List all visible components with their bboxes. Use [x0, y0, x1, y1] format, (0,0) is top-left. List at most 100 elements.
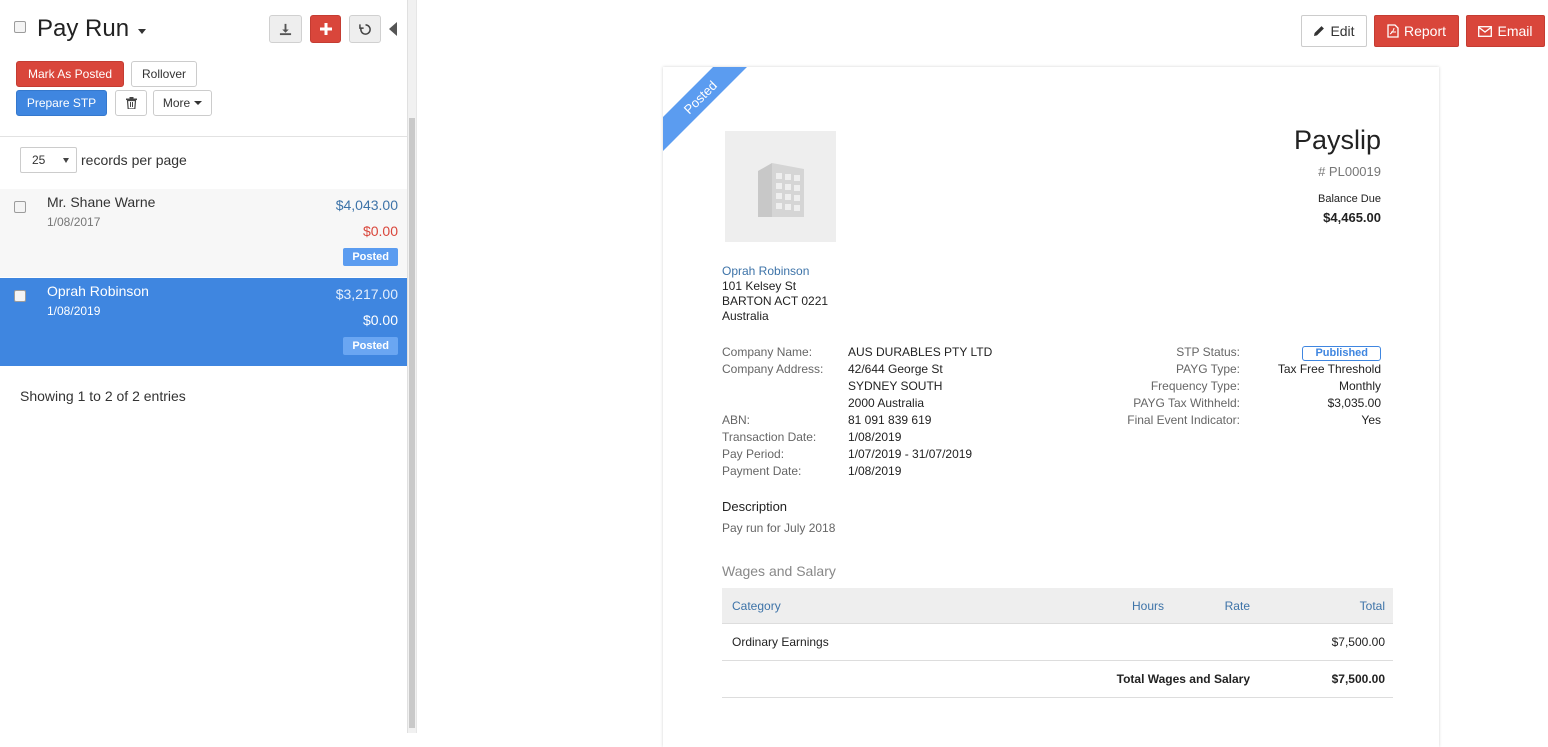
table-row: Ordinary Earnings $7,500.00 — [722, 624, 1393, 661]
employee-address-line1: 101 Kelsey St — [722, 279, 797, 293]
col-total: Total — [1359, 598, 1385, 613]
records-per-page-select[interactable]: 25 — [20, 147, 77, 173]
status-badge: Posted — [343, 248, 398, 266]
download-button[interactable] — [269, 15, 302, 43]
more-dropdown-button[interactable]: More — [153, 90, 212, 116]
payg-withheld: $3,035.00 — [1327, 396, 1381, 410]
company-info: Company Name: AUS DURABLES PTY LTD Compan… — [722, 344, 992, 480]
pencil-icon — [1314, 26, 1325, 36]
company-address-line3: 2000 Australia — [848, 396, 925, 410]
company-name-label: Company Name: — [722, 345, 813, 359]
col-rate: Rate — [1224, 598, 1250, 613]
description-title: Description — [722, 499, 788, 514]
stp-status-badge: Published — [1302, 346, 1381, 361]
pay-amount: $4,043.00 — [335, 197, 398, 213]
add-button[interactable] — [310, 15, 341, 43]
payg-type-label: PAYG Type: — [1175, 362, 1240, 376]
table-header: Category Hours Rate Total — [722, 588, 1393, 624]
collapse-panel-icon[interactable] — [389, 22, 397, 36]
frequency-type: Monthly — [1338, 379, 1381, 393]
select-arrow-icon — [63, 158, 69, 163]
pay-period-label: Pay Period: — [722, 447, 785, 461]
delete-button[interactable] — [115, 90, 147, 116]
caret-down-icon — [194, 101, 203, 105]
entries-info: Showing 1 to 2 of 2 entries — [20, 388, 186, 404]
company-address-line1: 42/644 George St — [848, 362, 943, 376]
description-text: Pay run for July 2018 — [722, 521, 836, 535]
payslip-document: Posted Payslip # PL00019 Balance Due $4,… — [663, 67, 1439, 747]
col-hours: Hours — [1131, 598, 1164, 613]
employee-name-link[interactable]: Oprah Robinson — [722, 264, 828, 279]
more-label: More — [162, 96, 191, 110]
wages-table: Category Hours Rate Total Ordinary Earni… — [722, 588, 1393, 698]
plus-icon — [319, 23, 332, 35]
download-icon — [279, 23, 292, 35]
balance-amount: $0.00 — [362, 312, 398, 328]
company-address-line2: SYDNEY SOUTH — [848, 379, 943, 393]
row-checkbox[interactable] — [14, 290, 26, 302]
pay-date: 1/08/2017 — [47, 215, 101, 229]
stp-info: STP Status: Published PAYG Type: Tax Free … — [1091, 344, 1381, 429]
total-wages-label: Total Wages and Salary — [1116, 672, 1250, 686]
transaction-date: 1/08/2019 — [848, 430, 902, 444]
final-event-label: Final Event Indicator: — [1127, 413, 1240, 427]
email-label: Email — [1497, 23, 1533, 39]
company-address-label: Company Address: — [722, 362, 824, 376]
employee-address-block: Oprah Robinson 101 Kelsey St BARTON ACT … — [722, 264, 828, 324]
payslip-title: Payslip — [1293, 125, 1381, 155]
pay-amount: $3,217.00 — [335, 286, 398, 302]
scrollbar-thumb[interactable] — [409, 118, 415, 728]
col-category: Category — [732, 598, 781, 613]
payment-date-label: Payment Date: — [722, 464, 802, 478]
row-total: $7,500.00 — [1331, 635, 1385, 649]
refresh-button[interactable] — [349, 15, 381, 43]
abn-value: 81 091 839 619 — [848, 413, 932, 427]
wages-section-title: Wages and Salary — [722, 563, 836, 579]
envelope-icon — [1478, 25, 1493, 37]
payg-withheld-label: PAYG Tax Withheld: — [1133, 396, 1240, 410]
payslip-number: # PL00019 — [1318, 164, 1381, 179]
abn-label: ABN: — [722, 413, 751, 427]
stp-status-label: STP Status: — [1176, 345, 1240, 359]
employee-name: Mr. Shane Warne — [47, 194, 156, 210]
rollover-button[interactable]: Rollover — [131, 61, 197, 87]
pdf-file-icon — [1387, 24, 1399, 38]
list-scrollbar[interactable] — [407, 0, 416, 733]
company-name: AUS DURABLES PTY LTD — [848, 345, 993, 359]
total-wages-value: $7,500.00 — [1331, 672, 1385, 686]
transaction-date-label: Transaction Date: — [722, 430, 817, 444]
employee-name: Oprah Robinson — [47, 283, 149, 299]
payg-type: Tax Free Threshold — [1277, 362, 1381, 376]
balance-amount: $0.00 — [362, 223, 398, 239]
title-dropdown-caret-icon[interactable] — [138, 29, 146, 34]
email-button[interactable]: Email — [1466, 15, 1545, 47]
list-item[interactable]: Mr. Shane Warne 1/08/2017 $4,043.00 $0.0… — [0, 189, 407, 277]
balance-due-amount: $4,465.00 — [1323, 210, 1381, 225]
balance-due-label: Balance Due — [1318, 193, 1381, 205]
edit-label: Edit — [1330, 23, 1355, 39]
employee-address-line2: BARTON ACT 0221 — [722, 294, 829, 308]
page-title[interactable]: Pay Run — [37, 15, 129, 43]
report-button[interactable]: Report — [1374, 15, 1459, 47]
edit-button[interactable]: Edit — [1301, 15, 1367, 47]
table-total-row: Total Wages and Salary $7,500.00 — [722, 661, 1393, 698]
per-page-value: 25 — [32, 153, 46, 167]
records-per-page-label: records per page — [81, 152, 187, 168]
refresh-icon — [358, 23, 371, 35]
payment-date: 1/08/2019 — [848, 464, 902, 478]
trash-icon — [125, 97, 137, 109]
company-logo-placeholder — [725, 131, 836, 242]
status-badge: Posted — [343, 337, 398, 355]
report-label: Report — [1403, 23, 1447, 39]
header-divider — [0, 136, 407, 137]
pay-period: 1/07/2019 - 31/07/2019 — [848, 447, 973, 461]
select-all-checkbox[interactable] — [14, 21, 26, 33]
row-checkbox[interactable] — [14, 201, 26, 213]
row-category: Ordinary Earnings — [732, 635, 829, 649]
prepare-stp-button[interactable]: Prepare STP — [16, 90, 107, 116]
employee-country: Australia — [722, 309, 769, 323]
mark-as-posted-button[interactable]: Mark As Posted — [16, 61, 124, 87]
list-item-selected[interactable]: Oprah Robinson 1/08/2019 $3,217.00 $0.00… — [0, 278, 407, 366]
building-icon — [757, 162, 804, 217]
pay-date: 1/08/2019 — [47, 304, 101, 318]
